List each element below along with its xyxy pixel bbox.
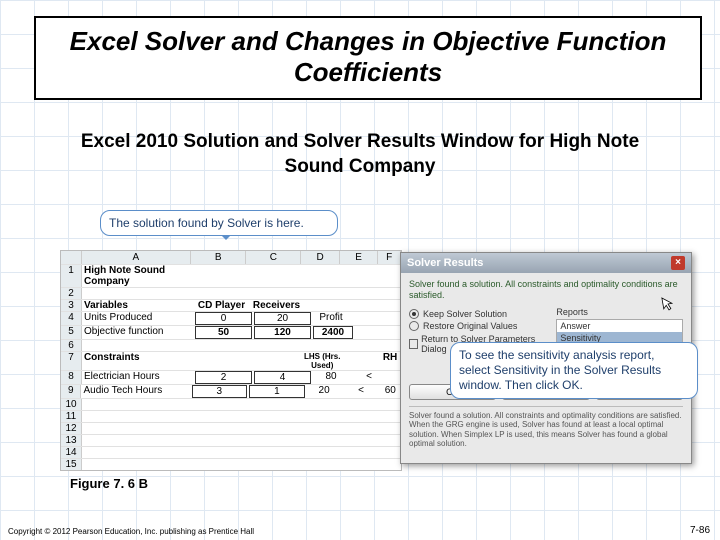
col-e: E <box>340 251 378 264</box>
column-headers: A B C D E F <box>61 251 401 264</box>
slide-subtitle: Excel 2010 Solution and Solver Results W… <box>60 130 660 179</box>
cell: Units Produced <box>82 312 194 325</box>
dialog-message: Solver found a solution. All constraints… <box>409 279 683 301</box>
cell: 4 <box>254 371 311 384</box>
cell: Electrician Hours <box>82 371 194 384</box>
cell: 20 <box>254 312 311 325</box>
cell: 120 <box>254 326 311 339</box>
dialog-title: Solver Results <box>407 257 483 269</box>
figure-label: Figure 7. 6 B <box>70 476 148 491</box>
cell: 1 <box>249 385 305 398</box>
radio-restore-values[interactable]: Restore Original Values <box>409 321 548 331</box>
slide-title: Excel Solver and Changes in Objective Fu… <box>34 16 702 100</box>
cell: 0 <box>195 312 252 325</box>
close-icon[interactable]: × <box>671 256 685 270</box>
radio-label: Keep Solver Solution <box>423 309 507 319</box>
cell: 50 <box>195 326 252 339</box>
callout-sensitivity: To see the sensitivity analysis report, … <box>450 342 698 399</box>
cell: < <box>343 385 380 398</box>
cell: High Note Sound Company <box>82 265 194 287</box>
callout-solution: The solution found by Solver is here. <box>100 210 338 236</box>
col-b: B <box>191 251 246 264</box>
col-a: A <box>82 251 191 264</box>
col-c: C <box>246 251 301 264</box>
col-f: F <box>378 251 401 264</box>
cell: Profit <box>312 312 350 325</box>
copyright: Copyright © 2012 Pearson Education, Inc.… <box>8 527 254 536</box>
radio-label: Restore Original Values <box>423 321 517 331</box>
excel-sheet: A B C D E F 1 High Note Sound Company 2 3… <box>60 250 402 471</box>
cursor-icon <box>661 295 676 313</box>
cell: LHS (Hrs. Used) <box>303 352 341 370</box>
cell: < <box>350 371 388 384</box>
cell: Variables <box>82 300 194 311</box>
cell: 60 <box>380 385 401 398</box>
page-number: 7-86 <box>690 525 710 536</box>
cell: 2 <box>195 371 252 384</box>
cell: RH <box>379 352 401 370</box>
cell: CD Player <box>194 300 249 311</box>
radio-keep-solution[interactable]: Keep Solver Solution <box>409 309 548 319</box>
dialog-footer: Solver found a solution. All constraints… <box>409 406 683 449</box>
report-answer[interactable]: Answer <box>557 320 682 332</box>
cell: Constraints <box>82 352 194 370</box>
cell: 3 <box>192 385 248 398</box>
cell: Audio Tech Hours <box>81 385 190 398</box>
cell: Receivers <box>249 300 304 311</box>
cell: 80 <box>312 371 350 384</box>
dialog-titlebar: Solver Results × <box>401 253 691 273</box>
col-d: D <box>301 251 339 264</box>
cell: 2400 <box>313 326 353 339</box>
cell: 20 <box>306 385 343 398</box>
cell: Objective function <box>82 326 194 339</box>
